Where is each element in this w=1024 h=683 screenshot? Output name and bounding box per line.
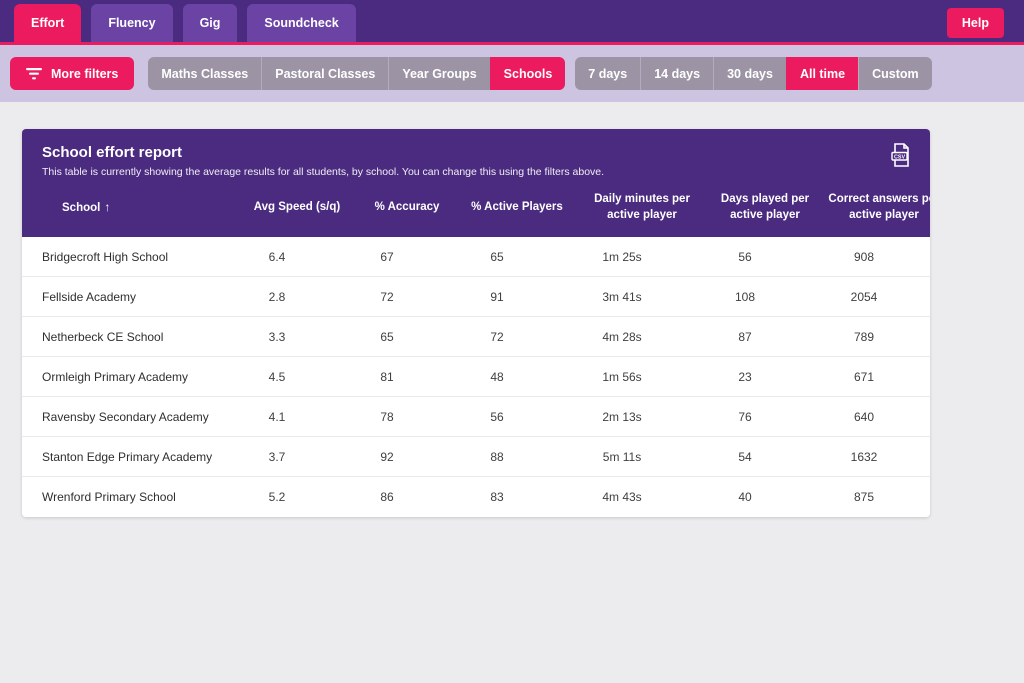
cell-accuracy: 81 — [380, 369, 394, 384]
cell-school-name: Ormleigh Primary Academy — [42, 369, 189, 384]
table-row: Ormleigh Primary Academy 4.5 81 48 1m 56… — [22, 357, 930, 398]
cell-days-played: 54 — [738, 449, 752, 464]
csv-file-icon: CSV — [890, 143, 912, 167]
cell-correct-answers: 789 — [853, 329, 875, 344]
filter-icon — [26, 67, 42, 80]
cell-daily-minutes: 3m 41s — [602, 289, 642, 304]
cell-school-name: Stanton Edge Primary Academy — [42, 449, 213, 464]
cell-daily-minutes: 2m 13s — [602, 409, 642, 424]
column-header-school[interactable]: School ↑ — [42, 199, 242, 217]
column-header-accuracy[interactable]: % Accuracy — [352, 200, 462, 216]
page-content: School effort report This table is curre… — [0, 102, 1024, 518]
column-header-school-label: School — [62, 201, 101, 214]
report-header: School effort report This table is curre… — [22, 129, 930, 238]
cell-days-played: 108 — [734, 289, 756, 304]
cell-correct-answers: 908 — [853, 249, 875, 264]
cell-avg-speed: 3.3 — [268, 329, 286, 344]
cell-daily-minutes: 4m 43s — [602, 490, 642, 505]
tab-gig[interactable]: Gig — [182, 4, 238, 42]
time-range-segmented-control: 7 days 14 days 30 days All time Custom — [575, 57, 932, 90]
column-header-avg-speed[interactable]: Avg Speed (s/q) — [242, 200, 352, 216]
cell-accuracy: 86 — [380, 490, 394, 505]
cell-school-name: Wrenford Primary School — [42, 490, 176, 505]
cell-school-name: Netherbeck CE School — [42, 329, 164, 344]
report-subtitle: This table is currently showing the aver… — [42, 166, 605, 178]
cell-school-name: Fellside Academy — [42, 289, 137, 304]
tab-bar: Effort Fluency Gig Soundcheck — [14, 4, 356, 42]
cell-active-players: 56 — [490, 409, 504, 424]
table-row: Stanton Edge Primary Academy 3.7 92 88 5… — [22, 437, 930, 478]
filter-schools[interactable]: Schools — [489, 57, 566, 90]
table-row: Wrenford Primary School 5.2 86 83 4m 43s… — [22, 477, 930, 518]
cell-daily-minutes: 4m 28s — [602, 329, 642, 344]
tab-soundcheck[interactable]: Soundcheck — [247, 4, 356, 42]
cell-avg-speed: 4.1 — [268, 409, 286, 424]
column-header-days-played[interactable]: Days played per active player — [712, 192, 818, 223]
cell-days-played: 40 — [738, 490, 752, 505]
school-effort-report-card: School effort report This table is curre… — [22, 129, 930, 518]
csv-export-button[interactable]: CSV — [888, 143, 914, 169]
cell-avg-speed: 3.7 — [268, 449, 286, 464]
column-header-active-players[interactable]: % Active Players — [462, 200, 572, 216]
cell-accuracy: 78 — [380, 409, 394, 424]
cell-daily-minutes: 1m 25s — [602, 249, 642, 264]
cell-accuracy: 65 — [380, 329, 394, 344]
svg-text:CSV: CSV — [894, 154, 905, 160]
help-button[interactable]: Help — [946, 8, 1004, 38]
sort-ascending-icon: ↑ — [104, 199, 111, 214]
filter-7-days[interactable]: 7 days — [575, 57, 641, 90]
cell-avg-speed: 6.4 — [268, 249, 286, 264]
table-header-row: School ↑ Avg Speed (s/q) % Accuracy % Act… — [42, 178, 930, 238]
cell-active-players: 65 — [490, 249, 504, 264]
group-by-segmented-control: Maths Classes Pastoral Classes Year Grou… — [148, 57, 566, 90]
cell-daily-minutes: 5m 11s — [602, 449, 642, 464]
table-row: Ravensby Secondary Academy 4.1 78 56 2m … — [22, 397, 930, 438]
cell-days-played: 23 — [738, 369, 752, 384]
tab-effort[interactable]: Effort — [14, 4, 82, 42]
cell-accuracy: 67 — [380, 249, 394, 264]
cell-correct-answers: 671 — [853, 369, 875, 384]
filter-year-groups[interactable]: Year Groups — [388, 57, 490, 90]
cell-avg-speed: 5.2 — [268, 490, 286, 505]
cell-active-players: 91 — [490, 289, 504, 304]
filter-pastoral-classes[interactable]: Pastoral Classes — [261, 57, 389, 90]
filter-maths-classes[interactable]: Maths Classes — [148, 57, 262, 90]
cell-school-name: Ravensby Secondary Academy — [42, 409, 209, 424]
filter-custom[interactable]: Custom — [858, 57, 932, 90]
cell-active-players: 88 — [490, 449, 504, 464]
tab-fluency[interactable]: Fluency — [91, 4, 173, 42]
cell-days-played: 56 — [738, 249, 752, 264]
cell-school-name: Bridgecroft High School — [42, 249, 169, 264]
filter-14-days[interactable]: 14 days — [640, 57, 714, 90]
table-row: Bridgecroft High School 6.4 67 65 1m 25s… — [22, 237, 930, 278]
column-header-daily-minutes[interactable]: Daily minutes per active player — [572, 192, 712, 223]
cell-days-played: 87 — [738, 329, 752, 344]
cell-active-players: 83 — [490, 490, 504, 505]
more-filters-label: More filters — [51, 66, 119, 81]
column-header-correct-answers[interactable]: Correct answers per active player — [818, 192, 930, 223]
cell-avg-speed: 2.8 — [268, 289, 286, 304]
cell-correct-answers: 1632 — [850, 449, 878, 464]
cell-correct-answers: 640 — [853, 409, 875, 424]
filter-bar: More filters Maths Classes Pastoral Clas… — [0, 45, 1024, 102]
filter-all-time[interactable]: All time — [785, 57, 859, 90]
top-navigation: Effort Fluency Gig Soundcheck Help — [0, 0, 1024, 45]
filter-30-days[interactable]: 30 days — [713, 57, 786, 90]
cell-accuracy: 72 — [380, 289, 394, 304]
cell-accuracy: 92 — [380, 449, 394, 464]
cell-days-played: 76 — [738, 409, 752, 424]
cell-active-players: 72 — [490, 329, 504, 344]
cell-active-players: 48 — [490, 369, 504, 384]
cell-avg-speed: 4.5 — [268, 369, 286, 384]
more-filters-button[interactable]: More filters — [10, 57, 135, 90]
cell-daily-minutes: 1m 56s — [602, 369, 642, 384]
report-title: School effort report — [42, 144, 183, 161]
table-row: Fellside Academy 2.8 72 91 3m 41s 108 20… — [22, 277, 930, 318]
cell-correct-answers: 2054 — [850, 289, 878, 304]
cell-correct-answers: 875 — [853, 490, 875, 505]
table-row: Netherbeck CE School 3.3 65 72 4m 28s 87… — [22, 317, 930, 358]
table-body: Bridgecroft High School 6.4 67 65 1m 25s… — [22, 237, 930, 518]
